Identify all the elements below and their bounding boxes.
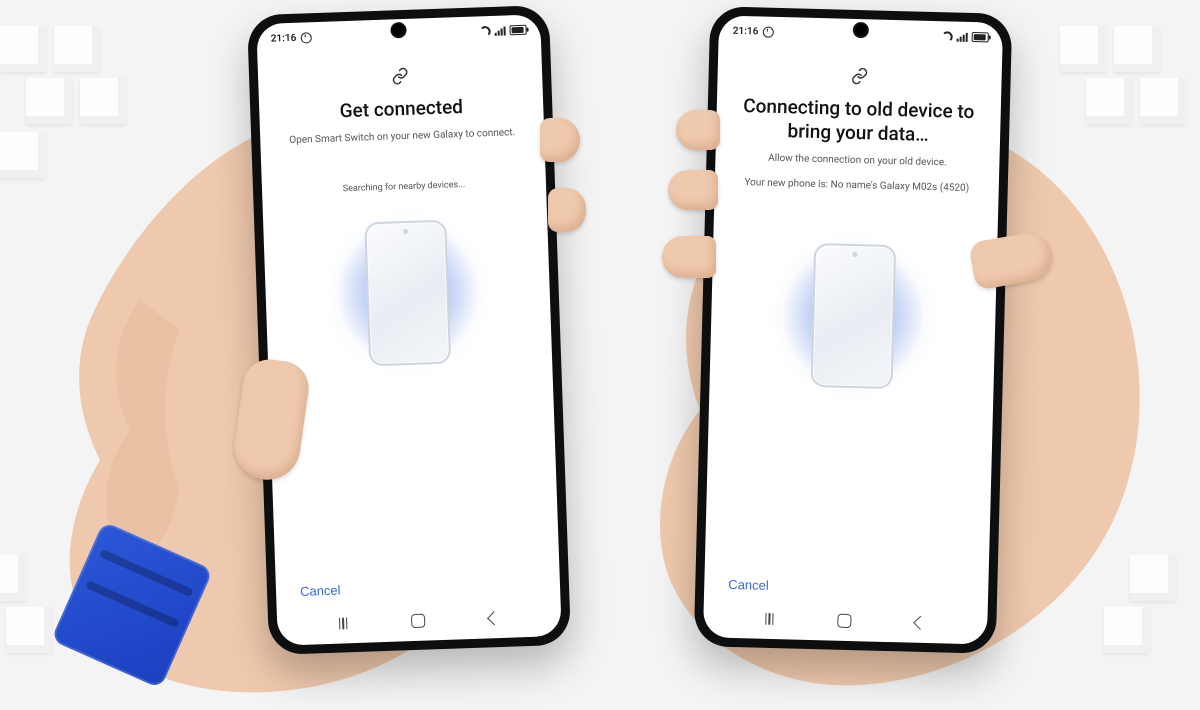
nav-recents-button[interactable] [765,613,774,625]
content-area: Get connected Open Smart Switch on your … [257,40,559,567]
device-name-line: Your new phone is: No name's Galaxy M02s… [744,177,969,194]
wifi-icon [942,31,953,42]
page-subtitle: Allow the connection on your old device. [768,152,947,168]
alarm-icon [762,26,773,37]
signal-icon [957,32,968,41]
link-icon [850,67,868,85]
status-time: 21:16 [733,25,759,37]
cancel-button[interactable]: Cancel [298,578,343,603]
page-subtitle: Open Smart Switch on your new Galaxy to … [289,127,515,146]
searching-label: Searching for nearby devices... [343,180,466,194]
phone-left: 21:16 Get connected Open Smart Switch on… [247,5,571,655]
content-area: Connecting to old device to bring your d… [705,41,1002,565]
status-time: 21:16 [271,32,297,44]
signal-icon [494,26,505,35]
phone-right: 21:16 Connecting to old device to bring … [694,6,1013,654]
nav-home-button[interactable] [837,614,851,628]
nav-home-button[interactable] [411,614,425,628]
action-row: Cancel [704,558,989,608]
right-finger [662,236,716,278]
page-title: Connecting to old device to bring your d… [738,94,979,148]
nav-back-button[interactable] [487,611,501,625]
device-outline-icon [364,219,451,366]
alarm-icon [300,32,311,43]
link-icon [391,67,410,86]
battery-icon [509,25,526,36]
device-outline-icon [811,242,897,388]
page-title: Get connected [339,95,463,123]
searching-graphic [335,205,481,380]
connecting-graphic [781,229,925,403]
wifi-icon [479,25,490,36]
right-finger [668,170,718,210]
nav-back-button[interactable] [913,616,927,630]
cancel-button[interactable]: Cancel [726,573,771,597]
nav-recents-button[interactable] [339,617,348,629]
left-finger [548,188,586,232]
screen-left: 21:16 Get connected Open Smart Switch on… [256,14,562,646]
battery-icon [972,32,989,42]
screen-right: 21:16 Connecting to old device to bring … [703,15,1003,644]
right-finger [676,110,720,150]
system-nav-bar [703,601,988,644]
